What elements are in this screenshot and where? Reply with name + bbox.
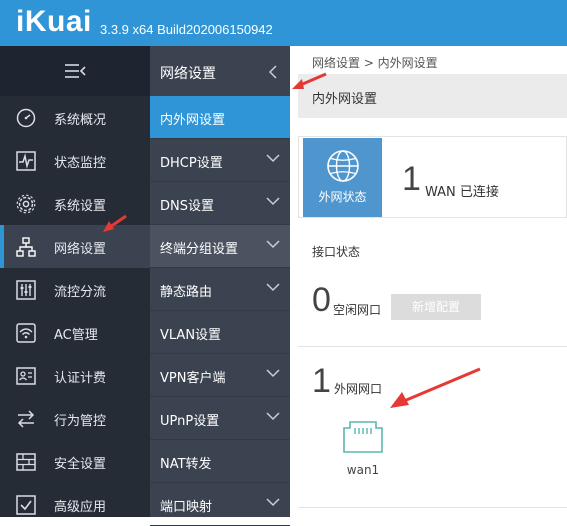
sidebar-item-label: 系统设置 (54, 199, 107, 214)
sidebar-item-label: 网络设置 (54, 242, 107, 257)
sidebar-item-behavior-control[interactable]: 行为管控 (0, 397, 150, 440)
subnav-item-label: VLAN设置 (160, 328, 222, 343)
subnav-item-label: DHCP设置 (160, 156, 223, 171)
active-indicator (0, 225, 4, 268)
idle-port-label: 空闲网口 (333, 303, 382, 317)
subnav-item-terminal-group[interactable]: 终端分组设置 (150, 225, 290, 268)
arrows-icon (17, 410, 35, 428)
external-port-label: 外网网口 (334, 382, 383, 396)
subnav-item-label: UPnP设置 (160, 414, 220, 429)
add-config-button[interactable]: 新增配置 (391, 294, 481, 320)
sidebar-item-label: 安全设置 (54, 457, 107, 472)
annotation-arrow (103, 214, 127, 232)
id-card-icon (16, 367, 36, 385)
subnav-item-port-mapping[interactable]: 端口映射 (150, 483, 290, 526)
sidebar-item-security[interactable]: 安全设置 (0, 440, 150, 483)
divider (298, 346, 567, 347)
version-text: 3.3.9 x64 Build202006150942 (100, 22, 273, 37)
wifi-icon (16, 323, 36, 343)
chevron-down-icon (266, 369, 280, 378)
sidebar-item-advanced[interactable]: 高级应用 (0, 483, 150, 526)
interface-status-label: 接口状态 (312, 245, 361, 259)
network-icon (16, 237, 36, 257)
chevron-left-icon[interactable] (268, 65, 278, 79)
breadcrumb: 网络设置 > 内外网设置 (312, 56, 438, 70)
idle-port-count: 0 (312, 281, 331, 319)
sidebar-item-auth-billing[interactable]: 认证计费 (0, 354, 150, 397)
sidebar-item-overview[interactable]: 系统概况 (0, 96, 150, 139)
sidebar-item-label: 认证计费 (54, 371, 107, 386)
subnav-item-label: VPN客户端 (160, 371, 226, 386)
menu-collapse-icon[interactable] (63, 63, 87, 79)
subnav-header[interactable]: 网络设置 (150, 46, 290, 96)
gear-icon (16, 194, 36, 214)
subnav-item-label: NAT转发 (160, 457, 212, 472)
check-box-icon (16, 495, 36, 515)
sidebar-item-label: AC管理 (54, 328, 98, 343)
wan-count: 1 (402, 160, 421, 198)
subnav-item-label: 静态路由 (160, 285, 213, 300)
ethernet-port-icon[interactable] (342, 418, 384, 456)
sidebar-item-label: 系统概况 (54, 113, 107, 128)
top-bar: iKuai 3.3.9 x64 Build202006150942 (0, 0, 567, 46)
sidebar-item-ac-management[interactable]: AC管理 (0, 311, 150, 354)
subnav-item-label: 终端分组设置 (160, 242, 239, 257)
chevron-down-icon (266, 197, 280, 206)
subnav-item-label: 端口映射 (160, 500, 213, 515)
wan-status-text: WAN 已连接 (425, 185, 499, 200)
globe-icon (327, 150, 359, 182)
chevron-down-icon (266, 498, 280, 507)
annotation-arrow (390, 367, 481, 408)
sidebar-item-label: 高级应用 (54, 500, 107, 515)
subnav-item-lan-wan[interactable]: 内外网设置 (150, 96, 290, 139)
external-port-count: 1 (312, 362, 331, 400)
logo: iKuai (16, 5, 92, 38)
subnav-item-nat[interactable]: NAT转发 (150, 440, 290, 483)
chevron-down-icon (266, 240, 280, 249)
divider (298, 507, 567, 508)
chevron-down-icon (266, 154, 280, 163)
port-name: wan1 (346, 463, 380, 477)
sliders-icon (16, 280, 36, 300)
subnav-item-static-route[interactable]: 静态路由 (150, 268, 290, 311)
sidebar-item-flow-control[interactable]: 流控分流 (0, 268, 150, 311)
subnav-item-dns[interactable]: DNS设置 (150, 182, 290, 225)
sidebar-item-monitor[interactable]: 状态监控 (0, 139, 150, 182)
sub-navigation: 网络设置 内外网设置 DHCP设置 DNS设置 终端分组设置 静态路由 VLAN… (150, 46, 290, 526)
sidebar-item-label: 行为管控 (54, 414, 107, 429)
page-header: 内外网设置 (298, 74, 567, 118)
sidebar-toggle[interactable] (0, 46, 150, 96)
subnav-item-label: DNS设置 (160, 199, 214, 214)
subnav-title: 网络设置 (160, 66, 216, 82)
sidebar-item-label: 状态监控 (54, 156, 107, 171)
chevron-down-icon (266, 412, 280, 421)
annotation-arrow (292, 72, 327, 89)
sidebar-item-label: 流控分流 (54, 285, 107, 300)
main-content: 网络设置 > 内外网设置 内外网设置 外网状态 1 WAN 已连接 接口状态 0… (290, 46, 567, 517)
subnav-item-upnp[interactable]: UPnP设置 (150, 397, 290, 440)
subnav-item-dhcp[interactable]: DHCP设置 (150, 139, 290, 182)
sidebar: 系统概况 状态监控 系统设置 网络设置 流控分流 AC管理 认证计费 行为管控 … (0, 46, 150, 517)
dashboard-icon (16, 108, 36, 128)
subnav-item-vpn-client[interactable]: VPN客户端 (150, 354, 290, 397)
firewall-icon (16, 453, 36, 471)
wan-status-button[interactable]: 外网状态 (303, 138, 382, 217)
subnav-item-vlan[interactable]: VLAN设置 (150, 311, 290, 354)
chevron-down-icon (266, 283, 280, 292)
monitor-icon (16, 151, 36, 171)
wan-status-label: 外网状态 (318, 190, 367, 204)
subnav-item-label: 内外网设置 (160, 113, 226, 128)
